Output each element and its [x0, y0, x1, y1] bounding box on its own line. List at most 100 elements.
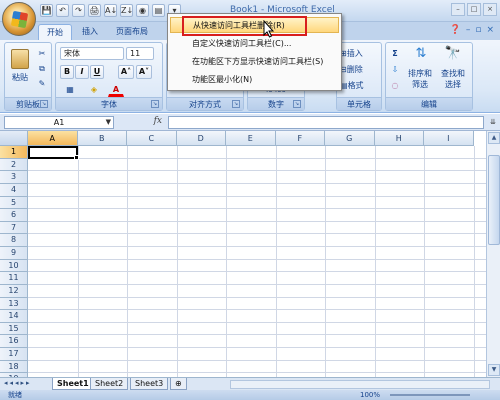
font-color-button[interactable]: A: [108, 83, 124, 97]
row-header[interactable]: 1: [0, 146, 28, 159]
find-select-icon[interactable]: 🔭: [440, 47, 466, 61]
sheet-nav-arrows[interactable]: ◂◂◂▸▸: [4, 379, 32, 387]
dialog-launcher-icon[interactable]: ↘: [151, 100, 159, 108]
font-size-select[interactable]: 11: [126, 47, 154, 60]
sort-desc-icon[interactable]: Z↓: [120, 4, 133, 17]
row-header[interactable]: 3: [0, 171, 28, 184]
underline-button[interactable]: U: [90, 65, 104, 79]
new-sheet-icon[interactable]: ⊕: [170, 378, 187, 390]
active-cell[interactable]: [28, 146, 79, 160]
row-header[interactable]: 2: [0, 158, 28, 172]
format-cells-button[interactable]: ▤格式: [339, 79, 381, 93]
formula-input[interactable]: [168, 116, 484, 129]
red-highlight-box: [182, 16, 307, 36]
office-button[interactable]: [2, 2, 36, 36]
row-header[interactable]: 15: [0, 322, 28, 336]
border-icon[interactable]: ▦: [60, 83, 80, 97]
save-icon[interactable]: 💾: [40, 4, 53, 17]
row-header[interactable]: 13: [0, 297, 28, 311]
column-header[interactable]: A: [28, 131, 78, 146]
sheet-tab-3[interactable]: Sheet3: [130, 378, 169, 390]
autosum-button[interactable]: Σ: [388, 47, 402, 61]
format-painter-icon[interactable]: ✎: [35, 77, 49, 91]
fx-icon[interactable]: fx: [154, 116, 162, 126]
redo-icon[interactable]: ↷: [72, 4, 85, 17]
row-header[interactable]: 12: [0, 284, 28, 298]
paste-icon[interactable]: [11, 49, 29, 69]
paste-button[interactable]: 粘贴: [8, 71, 32, 85]
close-button[interactable]: ×: [483, 3, 497, 16]
fill-handle[interactable]: [74, 155, 79, 160]
row-header[interactable]: 6: [0, 209, 28, 222]
minimize-button[interactable]: –: [451, 3, 465, 16]
row-header[interactable]: 5: [0, 196, 28, 210]
row-header[interactable]: 8: [0, 234, 28, 248]
sheet-tab-2[interactable]: Sheet2: [90, 378, 129, 390]
select-all-button[interactable]: [0, 131, 28, 146]
expand-formula-icon[interactable]: ⇊: [490, 118, 496, 126]
tab-insert[interactable]: 插入: [74, 24, 106, 40]
row-header[interactable]: 17: [0, 348, 28, 361]
font-name-select[interactable]: 宋体: [60, 47, 124, 60]
menu-item-show-qat-below[interactable]: 在功能区下方显示快速访问工具栏(S): [170, 54, 339, 70]
menu-item-customize-qat[interactable]: 自定义快速访问工具栏(C)...: [170, 36, 339, 52]
insert-cells-button[interactable]: ⊞插入: [339, 47, 381, 61]
column-header[interactable]: C: [127, 131, 177, 146]
dialog-launcher-icon[interactable]: ↘: [293, 100, 301, 108]
row-header[interactable]: 18: [0, 360, 28, 374]
row-header[interactable]: 7: [0, 221, 28, 235]
column-header[interactable]: D: [176, 131, 226, 146]
row-header[interactable]: 9: [0, 247, 28, 260]
row-header[interactable]: 10: [0, 259, 28, 273]
row-header[interactable]: 4: [0, 183, 28, 197]
grid-line: [28, 233, 486, 235]
close-workbook-icon[interactable]: ×: [486, 25, 494, 35]
scroll-down-icon[interactable]: ▼: [488, 364, 500, 376]
copy-icon[interactable]: ⧉: [35, 62, 49, 76]
delete-cells-button[interactable]: ⊟删除: [339, 63, 381, 77]
dialog-launcher-icon[interactable]: ↘: [40, 100, 48, 108]
maximize-button[interactable]: □: [467, 3, 481, 16]
zoom-level[interactable]: 100%: [360, 390, 380, 400]
find-select-button[interactable]: 查找和 选择: [436, 67, 470, 93]
shrink-font-button[interactable]: A˅: [136, 65, 152, 79]
restore-icon[interactable]: ▫: [475, 25, 481, 35]
tab-home[interactable]: 开始: [38, 24, 72, 40]
chevron-down-icon[interactable]: ▼: [106, 117, 111, 128]
sort-filter-icon[interactable]: ⇅: [408, 47, 434, 61]
minimize-ribbon-icon[interactable]: –: [466, 25, 471, 35]
sort-asc-icon[interactable]: A↓: [104, 4, 117, 17]
zoom-slider[interactable]: [390, 394, 470, 396]
column-header[interactable]: H: [374, 131, 424, 146]
column-header[interactable]: G: [325, 131, 375, 146]
fill-color-icon[interactable]: ◈: [84, 83, 104, 97]
bold-button[interactable]: B: [60, 65, 74, 79]
dialog-launcher-icon[interactable]: ↘: [232, 100, 240, 108]
clear-icon[interactable]: ◌: [388, 79, 402, 93]
fill-icon[interactable]: ⇩: [388, 63, 402, 77]
name-box[interactable]: A1 ▼: [4, 116, 114, 129]
menu-item-minimize-ribbon[interactable]: 功能区最小化(N): [170, 72, 339, 88]
chart-icon[interactable]: ▤: [152, 4, 165, 17]
scroll-thumb[interactable]: [488, 155, 500, 245]
sheet-tab-1[interactable]: Sheet1: [52, 378, 94, 390]
camera-icon[interactable]: ◉: [136, 4, 149, 17]
tab-page-layout[interactable]: 页面布局: [108, 24, 156, 40]
cut-icon[interactable]: ✂: [35, 47, 49, 61]
undo-icon[interactable]: ↶: [56, 4, 69, 17]
row-header[interactable]: 16: [0, 335, 28, 349]
column-header[interactable]: I: [424, 131, 474, 146]
help-icon[interactable]: ❓: [450, 25, 461, 35]
sort-filter-button[interactable]: 排序和 筛选: [404, 67, 436, 93]
row-header[interactable]: 11: [0, 272, 28, 285]
vertical-scrollbar[interactable]: ▲ ▼: [486, 131, 500, 377]
print-icon[interactable]: 🖨: [88, 4, 101, 17]
italic-button[interactable]: I: [75, 65, 89, 79]
column-header[interactable]: B: [77, 131, 127, 146]
horizontal-scrollbar[interactable]: [230, 380, 490, 389]
row-header[interactable]: 14: [0, 310, 28, 323]
scroll-up-icon[interactable]: ▲: [488, 132, 500, 144]
grow-font-button[interactable]: A˄: [118, 65, 134, 79]
column-header[interactable]: F: [275, 131, 325, 146]
column-header[interactable]: E: [226, 131, 276, 146]
